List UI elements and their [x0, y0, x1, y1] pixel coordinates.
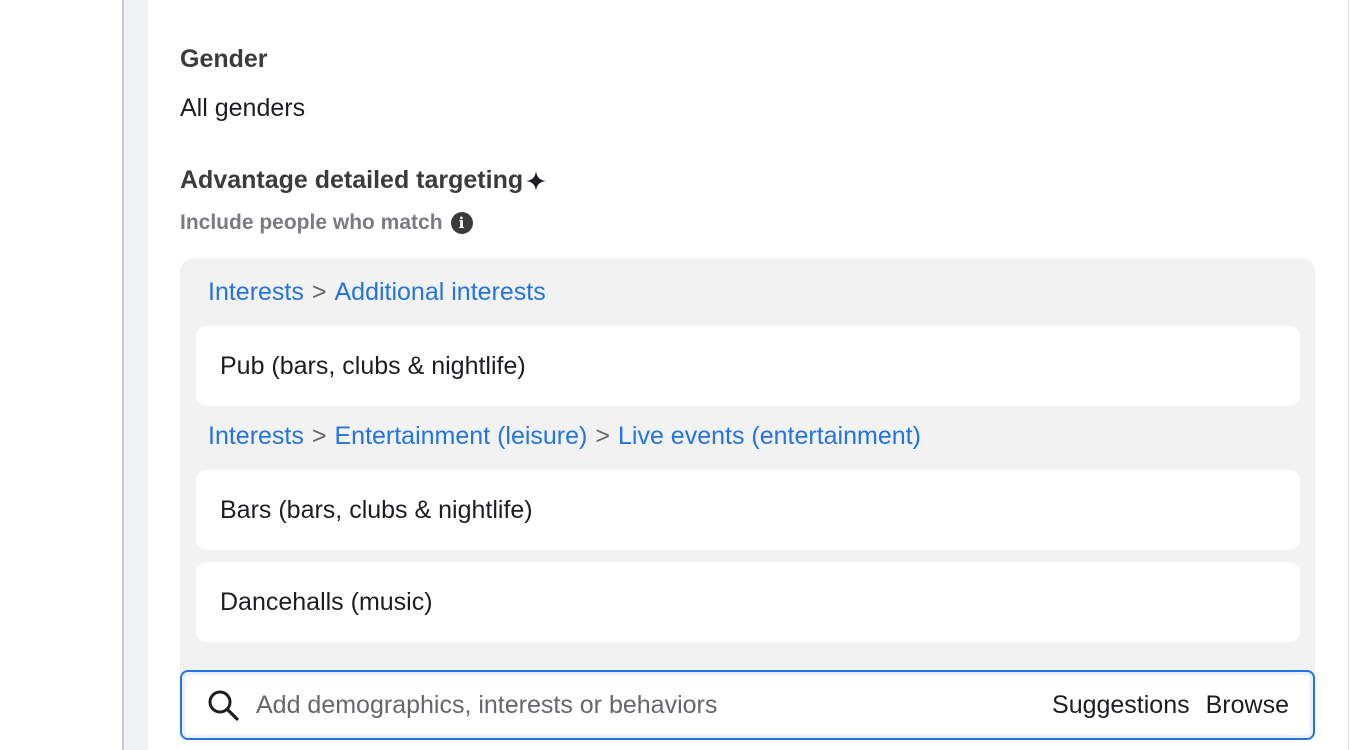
breadcrumb: Interests > Additional interests [208, 278, 546, 307]
browse-button[interactable]: Browse [1206, 691, 1289, 720]
breadcrumb-separator: > [595, 422, 610, 450]
info-icon[interactable]: i [450, 212, 473, 234]
interest-item-dancehalls[interactable]: Dancehalls (music) [196, 562, 1300, 642]
gender-value: All genders [180, 94, 306, 122]
breadcrumb-separator: > [311, 422, 327, 450]
include-label: Include people who match [180, 211, 443, 234]
audience-card: Gender All genders Advantage detailed ta… [148, 0, 1349, 750]
breadcrumb: Interests > Entertainment (leisure) > Live e… [208, 422, 921, 451]
breadcrumb-separator: > [311, 278, 327, 306]
sparkle-icon [526, 170, 547, 191]
detailed-targeting-box: Interests > Additional interests Pub (bars… [180, 258, 1315, 740]
gutter [124, 0, 148, 750]
include-row: Include people who match i [180, 211, 473, 235]
interest-item-bars[interactable]: Bars (bars, clubs & nightlife) [196, 470, 1300, 550]
suggestions-button[interactable]: Suggestions [1052, 691, 1190, 720]
targeting-search-bar: Suggestions Browse [180, 670, 1315, 740]
search-icon [208, 690, 239, 721]
breadcrumb-link-additional-interests[interactable]: Additional interests [334, 278, 545, 306]
breadcrumb-link-entertainment[interactable]: Entertainment (leisure) [334, 422, 587, 450]
targeting-search-input[interactable] [254, 689, 1053, 721]
advantage-targeting-label: Advantage detailed targeting [180, 166, 547, 195]
interest-item-pub[interactable]: Pub (bars, clubs & nightlife) [196, 326, 1300, 406]
breadcrumb-link-interests[interactable]: Interests [208, 422, 304, 450]
gender-label: Gender [180, 45, 268, 73]
left-panel [0, 0, 122, 750]
advantage-targeting-title: Advantage detailed targeting [180, 166, 524, 194]
breadcrumb-link-live-events[interactable]: Live events (entertainment) [618, 422, 921, 450]
breadcrumb-link-interests[interactable]: Interests [208, 278, 304, 306]
